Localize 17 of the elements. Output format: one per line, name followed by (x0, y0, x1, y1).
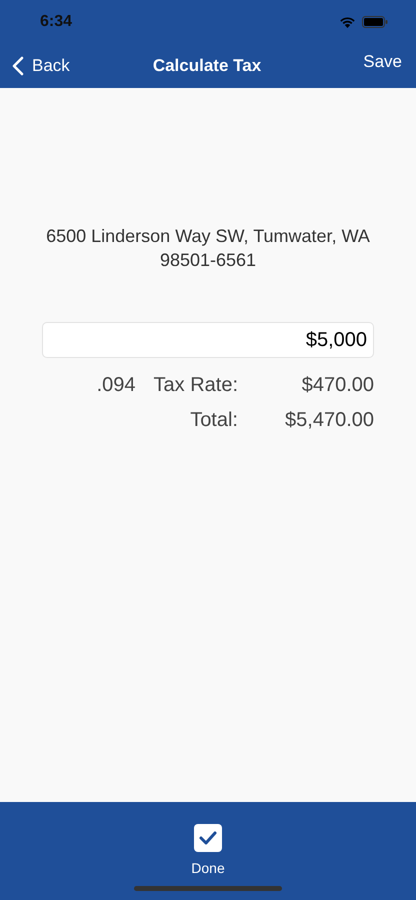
address-text: 6500 Linderson Way SW, Tumwater, WA 98501-6561 (45, 225, 371, 272)
save-button[interactable]: Save (363, 52, 402, 72)
done-label: Done (191, 860, 225, 876)
screen-title: Calculate Tax (152, 56, 262, 76)
back-button[interactable]: Back (12, 56, 70, 76)
row-amount: $5,470.00 (285, 409, 374, 432)
chevron-left-icon (12, 56, 24, 76)
back-label: Back (32, 56, 70, 76)
battery-icon (362, 16, 388, 28)
done-button[interactable]: Done (191, 824, 225, 876)
status-time: 6:34 (40, 13, 72, 31)
row-label: Total: (190, 409, 238, 432)
row-amount: $470.00 (302, 374, 374, 397)
amount-input-field[interactable]: $5,000 (42, 322, 374, 358)
row-label: Tax Rate: (154, 374, 238, 397)
wifi-icon (339, 16, 356, 28)
tax-rate-value: .094 (96, 374, 136, 397)
